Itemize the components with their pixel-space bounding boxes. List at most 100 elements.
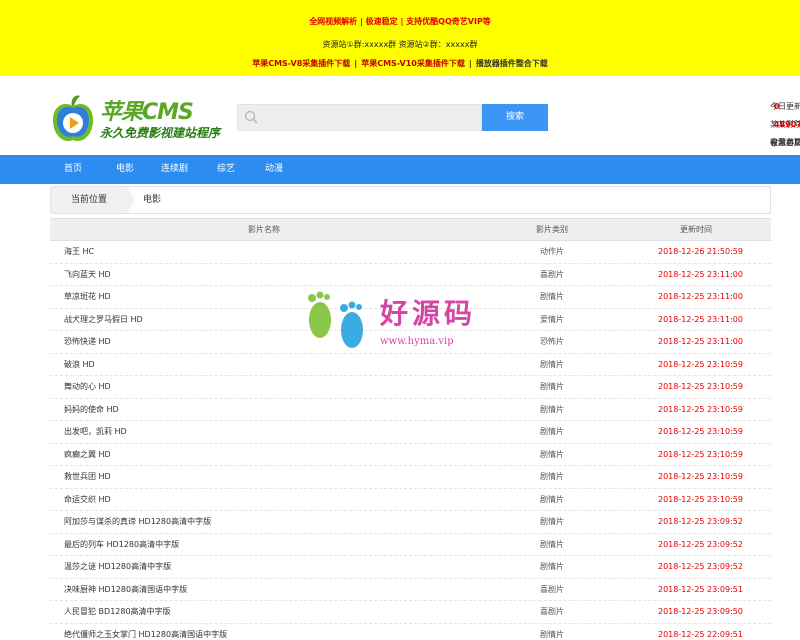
update-time: 2018-12-25 23:09:52 [658,562,743,571]
movie-title-link[interactable]: 最后的列车 HD1280高清中字版 [64,534,179,556]
movie-category: 剧情片 [540,449,564,459]
update-time: 2018-12-25 23:09:52 [658,517,743,526]
request-link[interactable]: 有求必应 [770,132,800,154]
nav-item-series[interactable]: 连续剧 [161,155,188,184]
update-time: 2018-12-25 23:11:00 [658,337,743,346]
column-category-header: 影片类别 [536,225,568,234]
apple-logo-icon [52,95,94,142]
announcement-bar: 全网视频解析 | 极速稳定 | 支持优酷QQ奇艺VIP等 资源站①群:xxxxx… [0,0,800,76]
nav-item-anime[interactable]: 动漫 [265,155,283,184]
table-row[interactable]: 出发吧，凯莉 HD 剧情片 2018-12-25 23:10:59 [50,421,771,444]
update-time: 2018-12-25 23:10:59 [658,472,743,481]
table-row[interactable]: 绝代僵师之玉女掌门 HD1280高清国语中字版 剧情片 2018-12-25 22:… [50,624,771,640]
update-time: 2018-12-25 23:11:00 [658,314,743,324]
breadcrumb-arrow [127,187,135,213]
search-icon [244,110,258,124]
table-row[interactable]: 阿加莎与谋杀的真谛 HD1280高清中字版 剧情片 2018-12-25 23:09… [50,511,771,534]
watermark: 好源码 www.hyma.vip [300,286,500,356]
table-row[interactable]: 温莎之谜 HD1280高清中字版 剧情片 2018-12-25 23:09:52 [50,556,771,579]
movie-category: 爱情片 [540,314,564,324]
movie-category: 剧情片 [540,292,564,301]
movie-title-link[interactable]: 恐怖快递 HD [64,331,111,353]
main-nav: 首页 电影 连续剧 综艺 动漫 [0,155,800,184]
site-logo[interactable]: 苹果CMS 永久免费影视建站程序 [50,94,235,146]
table-header: 影片名称 影片类别 更新时间 [50,218,771,241]
update-time: 2018-12-25 23:11:00 [658,269,743,279]
search-box [237,104,482,131]
update-time: 2018-12-25 23:10:59 [658,449,743,459]
footprint-icon [308,291,363,348]
update-time: 2018-12-25 23:11:00 [658,292,743,301]
movie-category: 剧情片 [540,562,564,571]
table-row[interactable]: 疯癫之翼 HD 剧情片 2018-12-25 23:10:59 [50,444,771,466]
search-button[interactable]: 搜索 [482,104,548,131]
table-row[interactable]: 人民冒犯 BD1280高清中字版 喜剧片 2018-12-25 23:09:50 [50,601,771,624]
table-row[interactable]: 破浪 HD 剧情片 2018-12-25 23:10:59 [50,354,771,376]
table-row[interactable]: 妈妈的使命 HD 剧情片 2018-12-25 23:10:59 [50,399,771,421]
movie-title-link[interactable]: 温莎之谜 HD1280高清中字版 [64,556,171,578]
table-row[interactable]: 舞动的心 HD 剧情片 2018-12-25 23:10:59 [50,376,771,399]
movie-category: 喜剧片 [540,269,564,279]
movie-title-link[interactable]: 绝代僵师之玉女掌门 HD1280高清国语中字版 [64,624,227,640]
brand-name: 苹果CMS [100,100,194,125]
movie-category: 喜剧片 [540,607,564,616]
watermark-url: www.hyma.vip [380,336,454,347]
movie-category: 剧情片 [540,427,564,436]
search-input[interactable] [262,108,477,127]
movie-category: 剧情片 [540,359,564,369]
table-row[interactable]: 命运交织 HD 剧情片 2018-12-25 23:10:59 [50,489,771,511]
movie-title-link[interactable]: 战犬理之罗马假日 HD [64,309,143,331]
movie-title-link[interactable]: 草凉斑花 HD [64,286,111,308]
movie-category: 剧情片 [540,404,564,414]
table-row[interactable]: 救世兵团 HD 剧情片 2018-12-25 23:10:59 [50,466,771,489]
nav-item-movies[interactable]: 电影 [116,155,134,184]
movie-title-link[interactable]: 命运交织 HD [64,489,111,511]
movie-category: 剧情片 [540,494,564,504]
update-time: 2018-12-25 23:09:52 [658,539,743,549]
player-plugin-link[interactable]: 播放器插件整合下载 [476,59,548,68]
movie-category: 喜剧片 [540,584,564,594]
movie-title-link[interactable]: 人民冒犯 BD1280高清中字版 [64,601,171,623]
movie-title-link[interactable]: 阿加莎与谋杀的真谛 HD1280高清中字版 [64,511,211,533]
update-time: 2018-12-26 21:50:59 [658,247,743,256]
update-time: 2018-12-25 23:10:59 [658,359,743,369]
movie-table: 影片名称 影片类别 更新时间 海王 HC 动作片 2018-12-26 21:50:… [50,218,771,640]
movie-title-link[interactable]: 破浪 HD [64,354,95,376]
movie-title-link[interactable]: 舞动的心 HD [64,376,111,398]
v10-plugin-link[interactable]: 苹果CMS-V10采集插件下载 [361,59,465,68]
breadcrumb-label: 当前位置 [51,187,127,213]
movie-title-link[interactable]: 疯癫之翼 HD [64,444,111,466]
update-time: 2018-12-25 23:10:59 [658,382,743,391]
column-name-header: 影片名称 [248,225,280,234]
update-time: 2018-12-25 23:10:59 [658,427,743,436]
breadcrumb: 当前位置 电影 [50,186,771,214]
update-time: 2018-12-25 23:10:59 [658,404,743,414]
nav-item-variety[interactable]: 综艺 [217,155,235,184]
movie-category: 剧情片 [540,472,564,481]
movie-category: 剧情片 [540,517,564,526]
table-row[interactable]: 海王 HC 动作片 2018-12-26 21:50:59 [50,241,771,264]
table-row[interactable]: 决味厨神 HD1280高清国语中字版 喜剧片 2018-12-25 23:09:51 [50,579,771,601]
update-time: 2018-12-25 23:09:51 [658,584,743,594]
movie-title-link[interactable]: 飞向蓝天 HD [64,264,111,286]
movie-category: 动作片 [540,247,564,256]
site-header: 苹果CMS 永久免费影视建站程序 搜索 今日更新:0 某某影院共有资源:4890… [0,76,800,156]
movie-title-link[interactable]: 出发吧，凯莉 HD [64,421,127,443]
announcement-line-1: 全网视频解析 | 极速稳定 | 支持优酷QQ奇艺VIP等 [309,17,491,26]
table-row[interactable]: 飞向蓝天 HD 喜剧片 2018-12-25 23:11:00 [50,264,771,286]
movie-category: 恐怖片 [540,337,564,346]
v8-plugin-link[interactable]: 苹果CMS-V8采集插件下载 [252,59,350,68]
watermark-text: 好源码 [380,297,477,330]
separator: | [354,59,358,68]
update-time: 2018-12-25 23:10:59 [658,494,743,504]
nav-item-home[interactable]: 首页 [64,155,82,184]
movie-title-link[interactable]: 决味厨神 HD1280高清国语中字版 [64,579,187,601]
table-row[interactable]: 最后的列车 HD1280高清中字版 剧情片 2018-12-25 23:09:52 [50,534,771,556]
movie-title-link[interactable]: 妈妈的使命 HD [64,399,119,421]
movie-title-link[interactable]: 救世兵团 HD [64,466,111,488]
movie-category: 剧情片 [540,382,564,391]
breadcrumb-current[interactable]: 电影 [143,187,161,213]
announcement-line-2: 资源站①群:xxxxx群 资源站②群：xxxxx群 [322,40,478,49]
update-time: 2018-12-25 22:09:51 [658,629,743,639]
movie-title-link[interactable]: 海王 HC [64,241,94,263]
